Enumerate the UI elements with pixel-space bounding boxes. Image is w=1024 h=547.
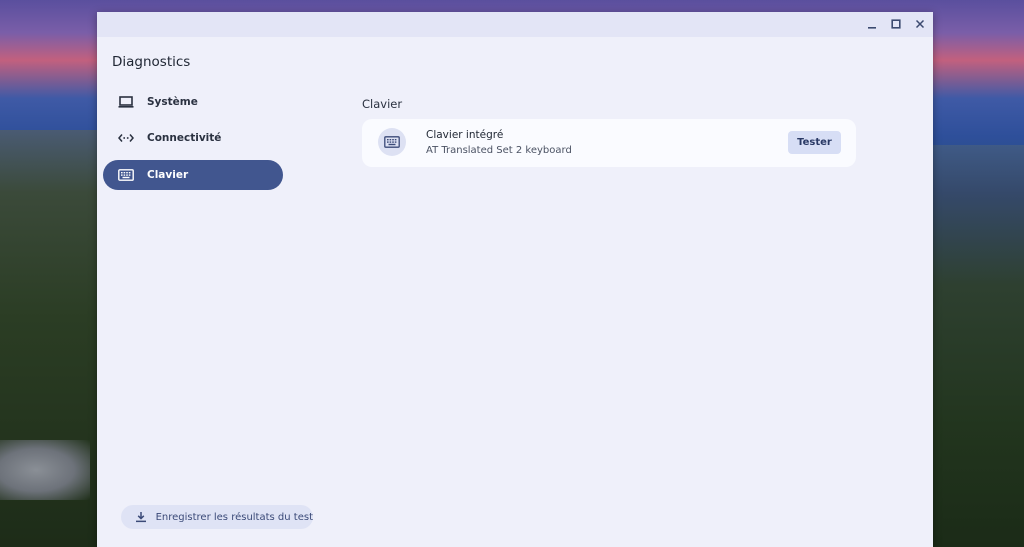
minimize-button[interactable]: [864, 16, 880, 32]
keyboard-icon: [378, 128, 406, 156]
sidebar-item-systeme[interactable]: Système: [103, 87, 283, 117]
sidebar-item-label: Clavier: [147, 169, 189, 181]
wallpaper-mountain-right: [930, 145, 1024, 547]
wallpaper-rocks: [0, 440, 90, 500]
sidebar-item-label: Système: [147, 96, 198, 108]
close-button[interactable]: [912, 16, 928, 32]
sidebar-item-clavier[interactable]: Clavier: [103, 160, 283, 190]
minimize-icon: [868, 27, 876, 29]
title-bar: [97, 12, 933, 37]
sidebar-item-label: Connectivité: [147, 132, 222, 144]
connectivity-icon: [117, 129, 135, 147]
maximize-button[interactable]: [888, 16, 904, 32]
keyboard-card: Clavier intégré AT Translated Set 2 keyb…: [362, 119, 856, 167]
diagnostics-window: Diagnostics Système Connectivité Clavier…: [97, 12, 933, 547]
section-title: Clavier: [362, 97, 403, 111]
download-icon: [135, 510, 148, 524]
keyboard-name: Clavier intégré: [426, 129, 504, 141]
sidebar-item-connectivite[interactable]: Connectivité: [103, 123, 283, 153]
test-button[interactable]: Tester: [788, 131, 841, 154]
save-results-label: Enregistrer les résultats du test: [155, 511, 313, 523]
app-title: Diagnostics: [112, 54, 191, 70]
laptop-icon: [117, 93, 135, 111]
keyboard-icon: [117, 166, 135, 184]
maximize-icon: [891, 19, 901, 29]
close-icon: [915, 19, 925, 29]
keyboard-model: AT Translated Set 2 keyboard: [426, 145, 572, 156]
save-results-button[interactable]: Enregistrer les résultats du test: [121, 505, 313, 529]
